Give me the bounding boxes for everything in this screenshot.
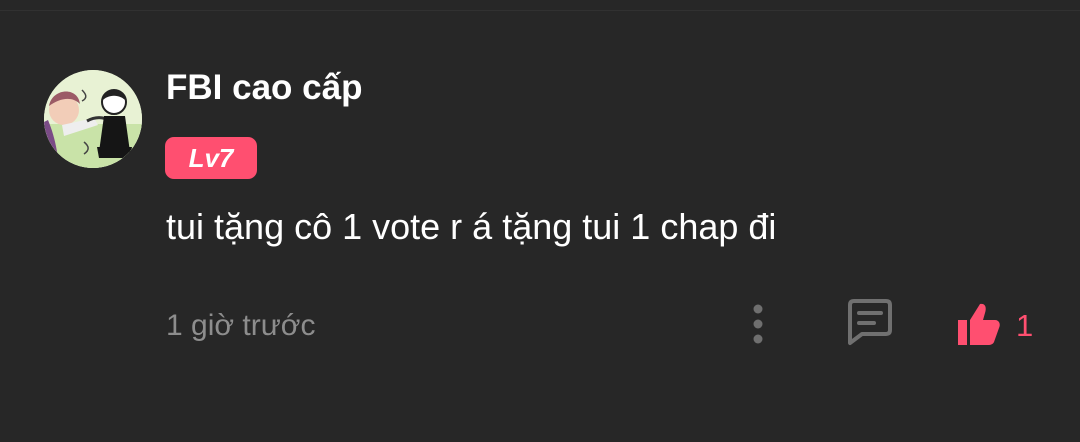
timestamp: 1 giờ trước (166, 309, 316, 342)
thumbs-up-icon (958, 303, 1000, 345)
reply-button[interactable] (842, 296, 896, 348)
more-vertical-icon (753, 304, 763, 344)
avatar[interactable] (44, 70, 142, 168)
comment-icon (848, 299, 892, 345)
avatar-image (44, 70, 142, 168)
like-count: 1 (1016, 308, 1034, 343)
more-options-button[interactable] (738, 298, 778, 350)
comment-card: FBI cao cấp Lv7 tui tặng cô 1 vote r á t… (0, 0, 1080, 442)
comment-text: tui tặng cô 1 vote r á tặng tui 1 chap đ… (166, 206, 777, 247)
level-badge: Lv7 (165, 137, 257, 179)
username[interactable]: FBI cao cấp (166, 66, 362, 110)
top-divider (0, 10, 1080, 11)
